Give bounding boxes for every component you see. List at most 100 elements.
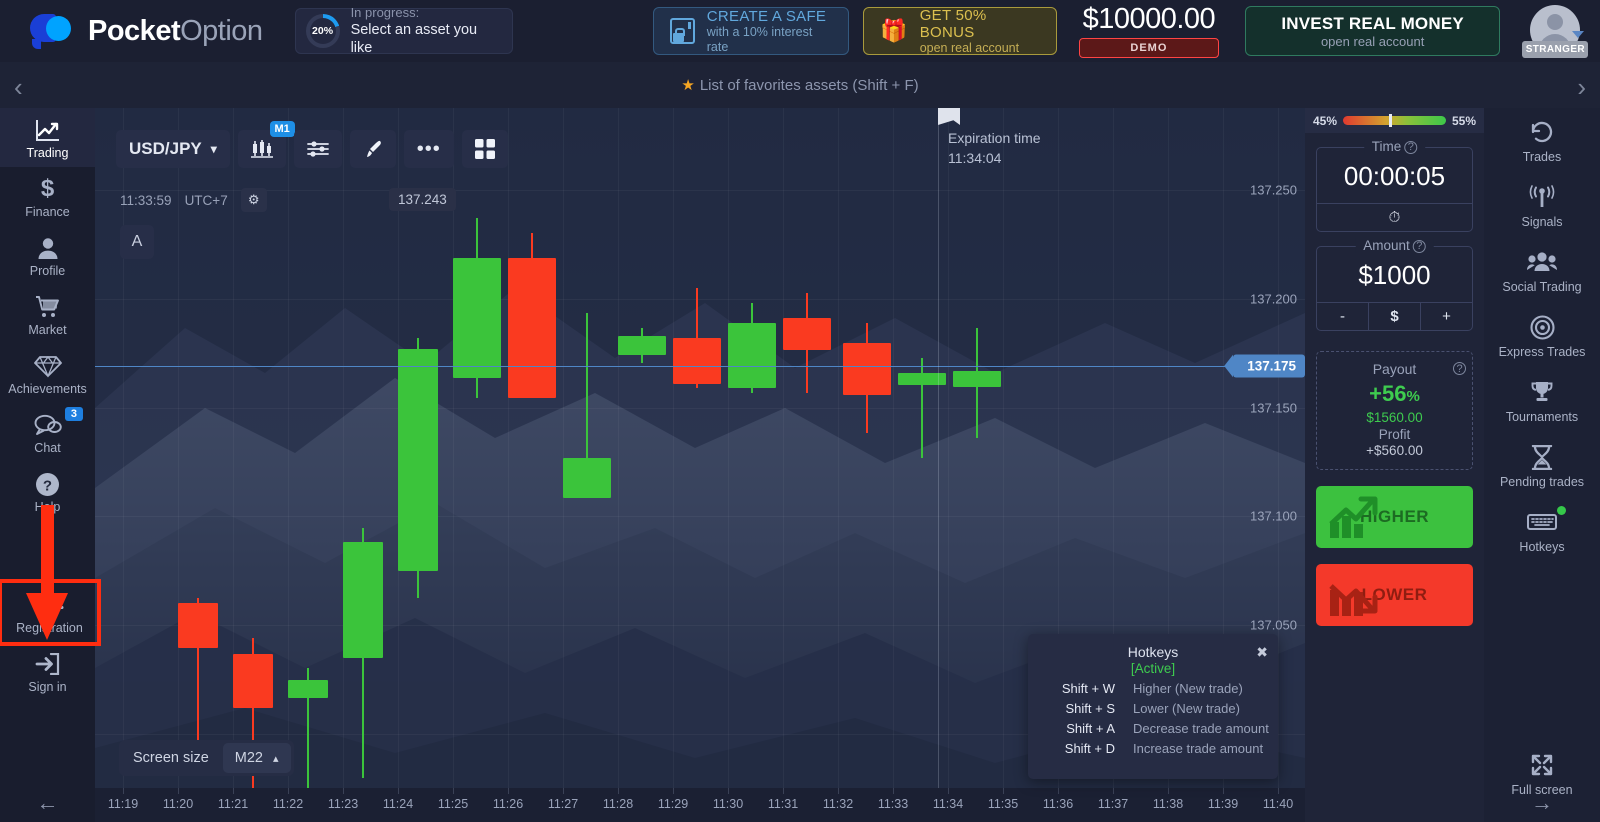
more-button[interactable]: •••: [404, 130, 454, 168]
help-icon[interactable]: ?: [1404, 141, 1417, 154]
screen-size-select[interactable]: M22 ▴: [223, 743, 291, 773]
sidebar-item-express-trades[interactable]: Express Trades: [1484, 303, 1600, 368]
sidebar-item-market[interactable]: Market: [0, 285, 95, 344]
help-icon[interactable]: ?: [1453, 362, 1466, 375]
sidebar-item-finance[interactable]: $ Finance: [0, 167, 95, 226]
time-field: Time? 00:00:05 ⏱: [1316, 147, 1473, 232]
collapse-left-sidebar-arrow[interactable]: ←: [0, 790, 95, 816]
candle: [563, 313, 611, 498]
alert-button[interactable]: A: [120, 225, 154, 259]
candle: [288, 668, 328, 788]
sidebar-item-trades[interactable]: Trades: [1484, 108, 1600, 173]
diamond-icon: [34, 353, 62, 379]
onboarding-progress[interactable]: 20% In progress: Select an asset you lik…: [295, 8, 513, 54]
amount-value[interactable]: $1000: [1317, 247, 1472, 302]
flag-icon: [938, 108, 960, 125]
user-menu[interactable]: STRANGER: [1522, 3, 1586, 59]
time-legend-text: Time: [1372, 139, 1402, 154]
favorites-next-arrow[interactable]: ›: [1577, 72, 1586, 103]
favorites-prev-arrow[interactable]: ‹: [14, 72, 23, 103]
gridline-v: [948, 108, 949, 788]
sidebar-item-tournaments[interactable]: Tournaments: [1484, 368, 1600, 433]
higher-button[interactable]: HIGHER: [1316, 486, 1473, 548]
get-bonus-title: GET 50% BONUS: [920, 7, 1040, 41]
account-balance[interactable]: $10000.00 DEMO: [1079, 4, 1219, 58]
ellipsis-icon: •••: [417, 144, 441, 154]
amount-increase-button[interactable]: +: [1420, 303, 1472, 330]
gridline-v: [838, 108, 839, 788]
amount-field: Amount? $1000 - $ +: [1316, 246, 1473, 331]
current-price-line: [95, 366, 1305, 367]
get-bonus-button[interactable]: 🎁 GET 50% BONUS open real account: [863, 7, 1057, 55]
close-icon[interactable]: ✖: [1256, 644, 1268, 661]
x-axis-tick: 11:30: [713, 797, 743, 811]
chevron-down-icon: [1572, 31, 1584, 38]
gridline-v: [618, 108, 619, 788]
x-axis-tick: 11:38: [1153, 797, 1183, 811]
sidebar-item-profile[interactable]: Profile: [0, 226, 95, 285]
get-bonus-subtitle: open real account: [920, 41, 1040, 56]
amount-sub: - $ +: [1317, 302, 1472, 330]
sidebar-item-label: Trading: [27, 147, 69, 160]
candle: [343, 528, 383, 778]
chart-type-button[interactable]: M1: [238, 130, 286, 168]
lower-button[interactable]: LOWER: [1316, 564, 1473, 626]
payout-box: Payout? +56% $1560.00 Profit +$560.00: [1316, 351, 1473, 470]
sidebar-item-trading[interactable]: Trading: [0, 108, 95, 167]
x-axis-tick: 11:29: [658, 797, 688, 811]
hotkey-row: Shift + D Increase trade amount: [1028, 741, 1278, 756]
clock-icon[interactable]: ⏱: [1317, 204, 1472, 231]
layout-button[interactable]: [462, 130, 508, 168]
sidebar-item-label: Sign in: [28, 681, 66, 694]
gift-icon: 🎁: [880, 20, 907, 42]
favorites-label[interactable]: ★List of favorites assets (Shift + F): [681, 76, 918, 94]
sidebar-item-hotkeys[interactable]: Hotkeys: [1484, 498, 1600, 563]
invest-real-money-button[interactable]: INVEST REAL MONEY open real account: [1245, 6, 1501, 56]
time-value[interactable]: 00:00:05: [1317, 148, 1472, 203]
hotkey-keys: Shift + W: [1028, 681, 1133, 696]
gridline-v: [893, 108, 894, 788]
sidebar-item-pending-trades[interactable]: Pending trades: [1484, 433, 1600, 498]
create-safe-button[interactable]: CREATE A SAFE with a 10% interest rate: [653, 7, 850, 55]
sidebar-item-chat[interactable]: 3 Chat: [0, 403, 95, 462]
y-axis-tick: 137.100: [1250, 509, 1297, 524]
asset-selector[interactable]: USD/JPY ▾: [116, 130, 230, 168]
amount-currency-button[interactable]: $: [1368, 303, 1420, 330]
brand-logo[interactable]: PocketOption: [30, 14, 263, 48]
indicators-button[interactable]: [294, 130, 342, 168]
x-axis-tick: 11:31: [768, 797, 798, 811]
create-safe-title: CREATE A SAFE: [707, 8, 833, 25]
chat-badge: 3: [65, 407, 83, 421]
favorites-bar: ‹ ★List of favorites assets (Shift + F) …: [0, 62, 1600, 108]
grid-icon: [475, 139, 495, 159]
sliders-icon: [307, 140, 329, 158]
sidebar-item-social-trading[interactable]: Social Trading: [1484, 238, 1600, 303]
sidebar-item-sign-in[interactable]: Sign in: [0, 642, 95, 701]
sidebar-item-signals[interactable]: Signals: [1484, 173, 1600, 238]
chart-clock: 11:33:59: [120, 193, 172, 208]
y-axis-tick: 137.200: [1250, 292, 1297, 307]
x-axis-tick: 11:28: [603, 797, 633, 811]
help-icon[interactable]: ?: [1413, 240, 1426, 253]
trade-panel: 45% 55% Time? 00:00:05 ⏱ Amount? $1000 -…: [1305, 108, 1484, 822]
collapse-right-sidebar-arrow[interactable]: →: [1484, 790, 1600, 816]
gear-icon[interactable]: ⚙: [241, 188, 267, 212]
star-icon: ★: [681, 77, 694, 94]
draw-button[interactable]: [350, 130, 396, 168]
chevron-down-icon: ▾: [211, 142, 217, 156]
safe-icon: [670, 18, 695, 44]
payout-percent: +56%: [1317, 381, 1472, 407]
gridline-h: [95, 516, 1305, 517]
candle: [953, 328, 1001, 438]
y-axis-tick: 137.250: [1250, 183, 1297, 198]
screen-size-value: M22: [235, 750, 263, 766]
right-sidebar: Trades Signals Social Trading Express Tr…: [1484, 108, 1600, 822]
question-circle-icon: ?: [35, 471, 60, 497]
amount-legend-text: Amount: [1363, 238, 1410, 253]
amount-decrease-button[interactable]: -: [1317, 303, 1368, 330]
target-icon: [1530, 314, 1555, 340]
sidebar-item-achievements[interactable]: Achievements: [0, 344, 95, 403]
x-axis-tick: 11:36: [1043, 797, 1073, 811]
candle: [783, 293, 831, 393]
payout-percent-sign: %: [1406, 388, 1419, 405]
